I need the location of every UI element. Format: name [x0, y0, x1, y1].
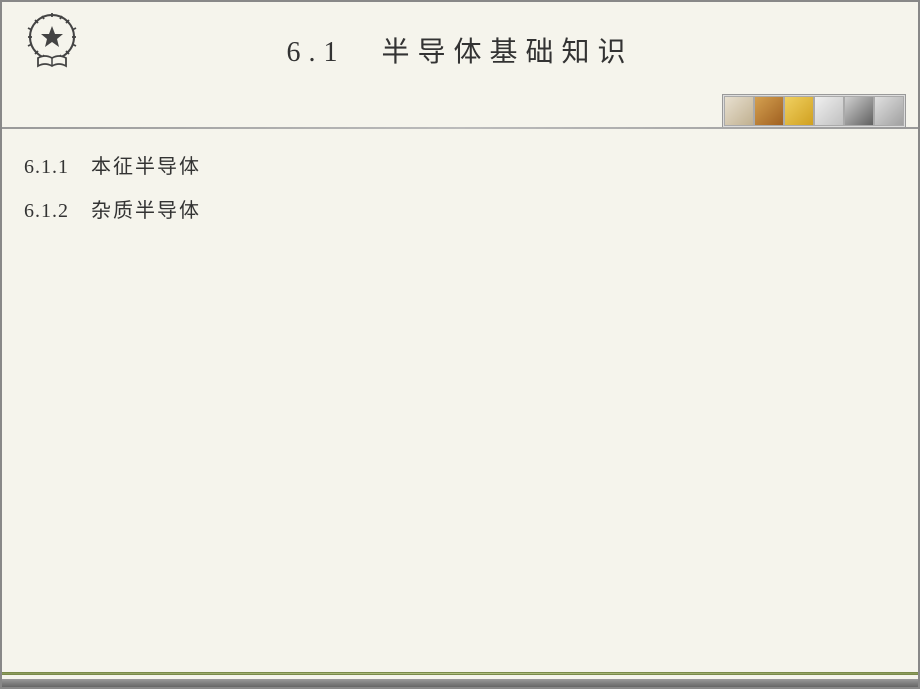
- decorative-tile-icon: [814, 96, 844, 126]
- header-divider: [2, 127, 918, 129]
- bottom-shadow: [2, 679, 918, 687]
- decorative-tile-icon: [754, 96, 784, 126]
- toc-entry: 6.1.1 本征半导体: [24, 147, 201, 187]
- decorative-tile-icon: [724, 96, 754, 126]
- decorative-tile-icon: [844, 96, 874, 126]
- toc-number: 6.1.2: [24, 200, 69, 222]
- decorative-tile-icon: [874, 96, 904, 126]
- decorative-tile-icon: [784, 96, 814, 126]
- decorative-icon-strip: [722, 94, 906, 128]
- toc-number: 6.1.1: [24, 156, 69, 178]
- toc-label: 本征半导体: [91, 156, 201, 178]
- header: 6.1 半导体基础知识: [2, 2, 918, 92]
- toc-entry: 6.1.2 杂质半导体: [24, 191, 201, 231]
- table-of-contents: 6.1.1 本征半导体 6.1.2 杂质半导体: [24, 147, 201, 235]
- toc-label: 杂质半导体: [91, 200, 201, 222]
- slide-title: 6.1 半导体基础知识: [2, 30, 918, 70]
- slide-container: 6.1 半导体基础知识 6.1.1 本征半导体 6.1.2 杂质半导体: [0, 0, 920, 689]
- footer-divider: [2, 672, 918, 675]
